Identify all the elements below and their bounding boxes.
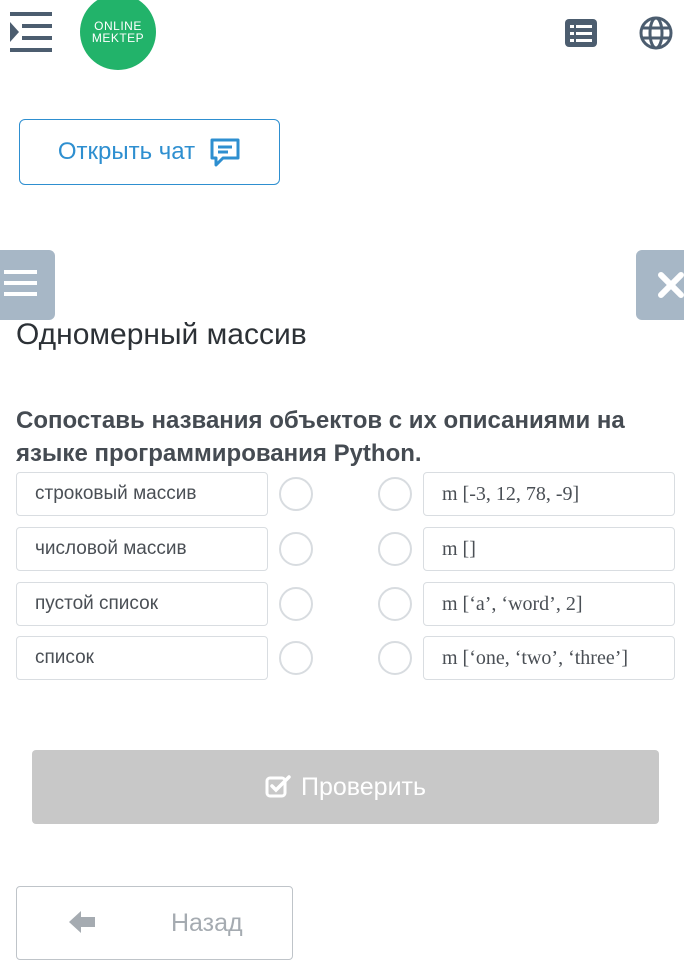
indent-menu-icon (10, 12, 52, 52)
check-answer-button[interactable]: Проверить (32, 750, 659, 824)
right-item[interactable]: m [‘one, ‘two’, ‘three’] (423, 636, 675, 680)
left-item[interactable]: пустой список (16, 582, 268, 626)
check-answer-label: Проверить (300, 772, 427, 801)
left-item[interactable]: числовой массив (16, 527, 268, 571)
right-item[interactable]: m [-3, 12, 78, -9] (423, 472, 675, 516)
left-item[interactable]: список (16, 636, 268, 680)
right-match-radio[interactable] (378, 477, 412, 511)
close-icon (658, 272, 684, 298)
left-match-radio[interactable] (279, 532, 313, 566)
right-match-radio[interactable] (378, 532, 412, 566)
right-item[interactable]: m [] (423, 527, 675, 571)
left-item[interactable]: строковый массив (16, 472, 268, 516)
back-button[interactable]: Назад (16, 886, 293, 960)
left-match-radio[interactable] (279, 641, 313, 675)
logo-text-line2: MEKTEP (91, 31, 145, 45)
open-chat-button[interactable]: Открыть чат (19, 119, 280, 185)
list-icon (565, 19, 597, 47)
right-match-radio[interactable] (378, 587, 412, 621)
chat-icon (210, 138, 240, 167)
menu-toggle-button[interactable] (8, 10, 54, 54)
back-label: Назад (171, 909, 243, 937)
arrow-left-icon (69, 911, 95, 933)
right-item[interactable]: m [‘a’, ‘word’, 2] (423, 582, 675, 626)
globe-icon (639, 16, 673, 50)
page-title: Одномерный массив (16, 318, 307, 351)
online-mektep-logo[interactable]: ONLINE MEKTEP (80, 0, 156, 70)
open-chat-label: Открыть чат (57, 138, 196, 165)
close-panel-tab[interactable] (636, 250, 684, 320)
list-view-button[interactable] (564, 16, 598, 50)
hamburger-icon (4, 270, 37, 296)
left-match-radio[interactable] (279, 477, 313, 511)
left-match-radio[interactable] (279, 587, 313, 621)
checkbox-check-icon (265, 775, 291, 798)
right-match-radio[interactable] (378, 641, 412, 675)
task-instruction: Сопоставь названия объектов с их описани… (16, 407, 625, 467)
language-button[interactable] (639, 16, 673, 50)
sidebar-open-tab[interactable] (0, 250, 55, 320)
